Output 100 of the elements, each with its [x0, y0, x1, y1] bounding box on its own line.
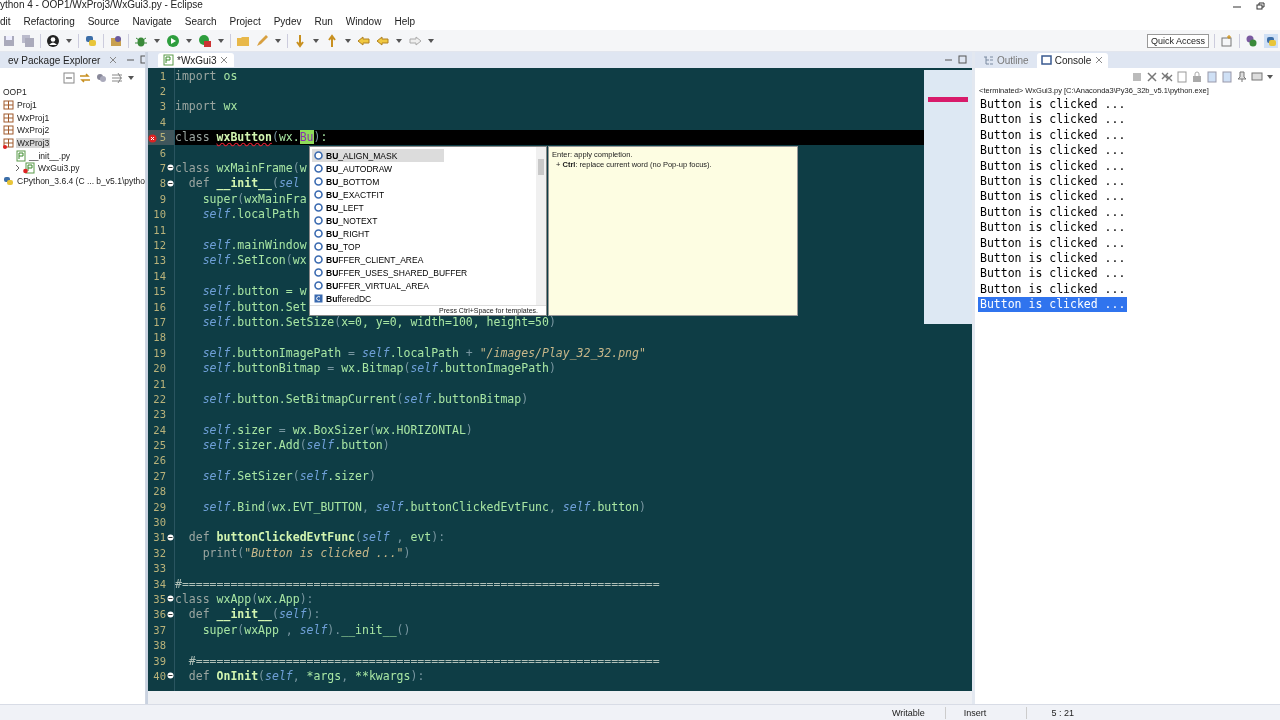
- code-line: self.buttonBitmap = wx.Bitmap(self.buttonImagePath): [201, 361, 556, 376]
- menu-item[interactable]: Source: [87, 15, 120, 27]
- menu-item[interactable]: dit: [0, 15, 11, 27]
- close-icon[interactable]: [1094, 55, 1105, 65]
- tree-item[interactable]: WxProj2: [16, 125, 51, 136]
- caret-icon[interactable]: [127, 74, 135, 82]
- lock-icon[interactable]: [1191, 71, 1203, 83]
- open-perspective-icon[interactable]: [1220, 33, 1234, 48]
- completion-item[interactable]: BU_AUTODRAW: [312, 162, 444, 175]
- restore-icon[interactable]: [1256, 2, 1266, 10]
- menu-item[interactable]: Refactoring: [23, 15, 75, 27]
- fold-icon[interactable]: [167, 164, 174, 172]
- stop-icon[interactable]: [1131, 71, 1143, 83]
- caret-icon[interactable]: [427, 36, 435, 45]
- document-icon[interactable]: [1176, 71, 1188, 83]
- close-all-icon[interactable]: [1161, 71, 1173, 83]
- line-number: 37: [153, 623, 166, 636]
- arrow-up-icon[interactable]: [325, 33, 339, 48]
- editor-tab[interactable]: *WxGui3: [158, 53, 235, 67]
- menu-item[interactable]: Search: [184, 15, 217, 27]
- expand-icon[interactable]: [14, 163, 21, 174]
- close-icon[interactable]: [219, 55, 230, 65]
- user-icon[interactable]: [46, 33, 60, 48]
- line-number: 24: [153, 423, 166, 436]
- completion-item[interactable]: BU_TOP: [312, 240, 444, 253]
- tree-item[interactable]: Proj1: [16, 100, 38, 111]
- back-icon[interactable]: [376, 33, 390, 48]
- view-tab[interactable]: Outline: [979, 52, 1033, 68]
- scrollbar[interactable]: [536, 147, 546, 305]
- pen-icon[interactable]: [255, 33, 269, 48]
- quick-access-field[interactable]: Quick Access: [1146, 33, 1209, 48]
- perspective-icon[interactable]: [1245, 33, 1259, 48]
- completion-item[interactable]: BU_ALIGN_MASK: [312, 149, 444, 162]
- code-line: super(wxApp , self).__init__(): [201, 622, 411, 637]
- caret-icon[interactable]: [274, 36, 282, 45]
- line-number: 7: [159, 162, 166, 175]
- run-tool-icon[interactable]: [198, 33, 212, 48]
- interpreter-icon[interactable]: [84, 33, 98, 48]
- document-icon[interactable]: [1206, 71, 1218, 83]
- caret-icon[interactable]: [153, 36, 161, 45]
- caret-icon[interactable]: [65, 36, 73, 45]
- caret-icon[interactable]: [217, 36, 225, 45]
- scrollbar[interactable]: [148, 691, 972, 704]
- menu-item[interactable]: Help: [394, 15, 415, 27]
- package-icon[interactable]: [109, 33, 123, 48]
- collapse-all-icon[interactable]: [63, 72, 75, 84]
- project-icon: [3, 137, 14, 150]
- menu-item[interactable]: Pydev: [273, 15, 302, 27]
- menu-item[interactable]: Project: [229, 15, 261, 27]
- console-line: Button is clicked ...: [979, 189, 1127, 205]
- tree-item[interactable]: OOP1: [2, 87, 28, 98]
- maximize-icon[interactable]: [958, 55, 968, 65]
- fold-icon[interactable]: [167, 533, 174, 541]
- menu-item[interactable]: Run: [314, 15, 333, 27]
- caret-icon[interactable]: [344, 36, 352, 45]
- run-icon[interactable]: [166, 33, 180, 48]
- close-icon[interactable]: [1146, 71, 1158, 83]
- tree-item[interactable]: WxProj3: [16, 138, 51, 149]
- completion-item[interactable]: BU_EXACTFIT: [312, 188, 444, 201]
- line-number: 28: [153, 485, 166, 498]
- completion-item[interactable]: BUFFER_USES_SHARED_BUFFER: [312, 266, 474, 279]
- line-number: 27: [153, 469, 166, 482]
- close-icon[interactable]: [108, 55, 119, 65]
- completion-item[interactable]: BU_LEFT: [312, 201, 444, 214]
- tree-item[interactable]: __init__.py: [28, 150, 72, 161]
- fold-icon[interactable]: [167, 595, 174, 603]
- view-tab[interactable]: Console: [1036, 52, 1109, 68]
- menu-item[interactable]: Window: [345, 15, 382, 27]
- error-icon: [148, 133, 157, 143]
- monitor-icon[interactable]: [1251, 71, 1263, 83]
- completion-item[interactable]: BU_RIGHT: [312, 227, 444, 240]
- tree-item[interactable]: WxGui3.py: [37, 163, 81, 174]
- menu-item[interactable]: Navigate: [132, 15, 172, 27]
- completion-item[interactable]: BufferedDC: [312, 292, 444, 305]
- link-icon[interactable]: [79, 72, 91, 84]
- fold-icon[interactable]: [167, 672, 174, 680]
- line-number: 11: [153, 223, 166, 236]
- completion-item[interactable]: BUFFER_CLIENT_AREA: [312, 253, 444, 266]
- pin-icon[interactable]: [1236, 71, 1248, 83]
- fold-icon[interactable]: [167, 179, 174, 187]
- fold-icon[interactable]: [167, 610, 174, 618]
- completion-item[interactable]: BU_NOTEXT: [312, 214, 444, 227]
- completion-item[interactable]: BUFFER_VIRTUAL_AREA: [312, 279, 444, 292]
- caret-icon[interactable]: [185, 36, 193, 45]
- document-icon[interactable]: [1221, 71, 1233, 83]
- caret-icon[interactable]: [312, 36, 320, 45]
- back-icon[interactable]: [357, 33, 371, 48]
- line-number: 36: [153, 608, 166, 621]
- code-line: self.button.Set: [201, 299, 307, 314]
- caret-icon[interactable]: [395, 36, 403, 45]
- class-icon: [314, 294, 323, 303]
- tree-item[interactable]: CPython_3.6.4 (C ... b_v5.1\pytho: [16, 176, 145, 187]
- perspective-icon[interactable]: [1264, 33, 1278, 48]
- save-all-icon[interactable]: [21, 33, 35, 48]
- arrow-down-icon[interactable]: [293, 33, 307, 48]
- forward-icon[interactable]: [408, 33, 422, 48]
- save-icon[interactable]: [2, 33, 16, 48]
- tree-item[interactable]: WxProj1: [16, 112, 51, 123]
- caret-icon[interactable]: [1266, 73, 1274, 81]
- completion-item[interactable]: BU_BOTTOM: [312, 175, 444, 188]
